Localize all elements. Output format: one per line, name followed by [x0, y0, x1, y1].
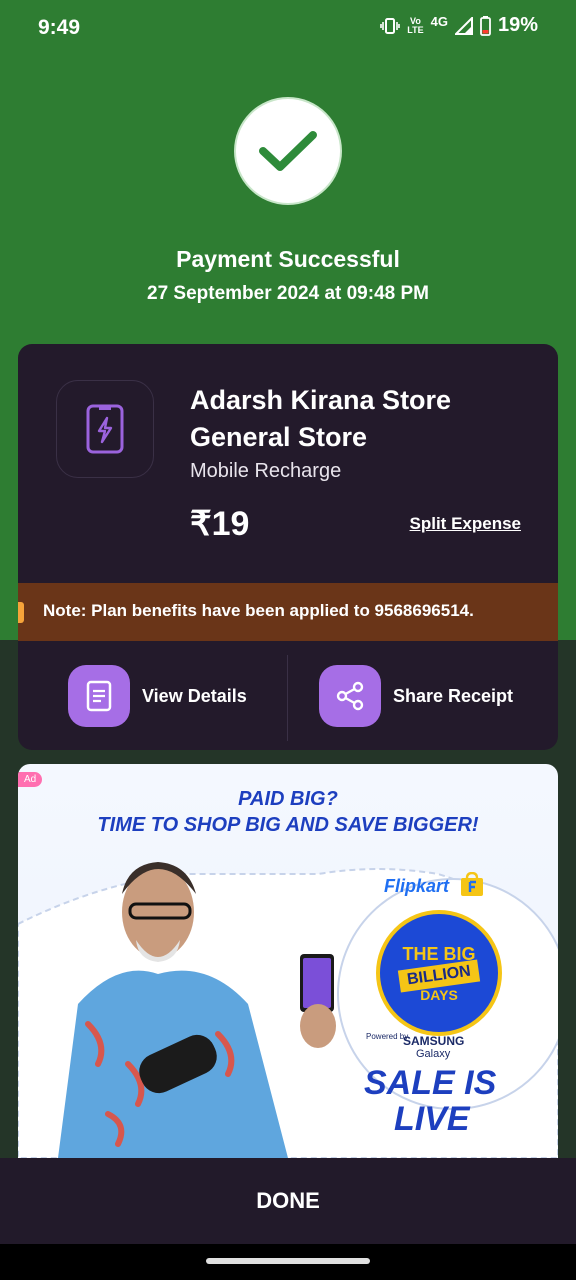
- system-nav-bar: [0, 1244, 576, 1280]
- ad-banner[interactable]: Ad PAID BIG? TIME TO SHOP BIG AND SAVE B…: [18, 764, 558, 1158]
- status-bar: 9:49 Vo LTE 4G 19%: [0, 0, 576, 56]
- big-billion-days-badge: THE BIG BILLION DAYS: [376, 910, 502, 1036]
- ad-headline-1: PAID BIG?: [238, 788, 338, 810]
- ad-headline-2: TIME TO SHOP BIG AND SAVE BIGGER!: [97, 814, 479, 836]
- flipkart-bag-icon: [461, 872, 483, 896]
- merchant-name-line1: Adarsh Kirana Store: [190, 385, 452, 415]
- share-receipt-button[interactable]: Share Receipt: [319, 665, 513, 727]
- merchant-name: Adarsh Kirana Store General Store: [190, 382, 520, 456]
- payment-date: 27 September 2024 at 09:48 PM: [147, 283, 429, 304]
- receipt-actions: View Details Share Receipt: [18, 641, 558, 750]
- ad-sponsor: SAMSUNG: [403, 1034, 465, 1048]
- ad-powered-by: Powered by: [366, 1032, 409, 1041]
- ad-sponsor-sub: Galaxy: [416, 1048, 451, 1060]
- battery-percent: 19%: [497, 14, 538, 36]
- note-marker: [18, 602, 24, 623]
- ad-sale-line-1: SALE IS: [364, 1064, 497, 1102]
- success-check-circle: [236, 99, 340, 203]
- transaction-card: Adarsh Kirana Store General Store Mobile…: [18, 344, 558, 750]
- ad-sale-line-2: LIVE: [394, 1100, 470, 1138]
- flipkart-logo-text: Flipkart: [384, 876, 450, 896]
- ad-badge: Ad: [18, 772, 43, 787]
- status-icons: Vo LTE 4G 19%: [380, 14, 538, 37]
- done-button[interactable]: DONE: [0, 1158, 576, 1244]
- volte-bottom-label: LTE: [407, 24, 424, 35]
- done-label: DONE: [256, 1188, 320, 1213]
- plan-note: Note: Plan benefits have been applied to…: [18, 583, 558, 641]
- battery-icon: [480, 15, 491, 36]
- payment-status-title: Payment Successful: [176, 246, 400, 272]
- plan-note-text: Note: Plan benefits have been applied to…: [43, 601, 474, 620]
- network-type: 4G: [430, 14, 448, 29]
- mobile-recharge-icon: [86, 404, 124, 454]
- split-expense-link[interactable]: Split Expense: [410, 514, 521, 534]
- vibrate-icon: [380, 17, 401, 34]
- view-details-button[interactable]: View Details: [68, 665, 247, 727]
- volte-icon: Vo LTE: [407, 16, 424, 35]
- document-icon: [68, 665, 130, 727]
- signal-icon: [454, 16, 473, 35]
- merchant-name-line2: General Store: [190, 422, 368, 452]
- home-gesture-handle[interactable]: [206, 1258, 370, 1264]
- actions-divider: [287, 655, 288, 741]
- view-details-label: View Details: [142, 685, 247, 706]
- share-receipt-label: Share Receipt: [393, 685, 514, 706]
- merchant-icon-box: [56, 380, 154, 478]
- payment-amount: ₹19: [190, 505, 250, 543]
- merchant-category: Mobile Recharge: [190, 460, 342, 482]
- share-icon: [319, 665, 381, 727]
- status-time: 9:49: [38, 16, 81, 39]
- checkmark-icon: [259, 131, 317, 171]
